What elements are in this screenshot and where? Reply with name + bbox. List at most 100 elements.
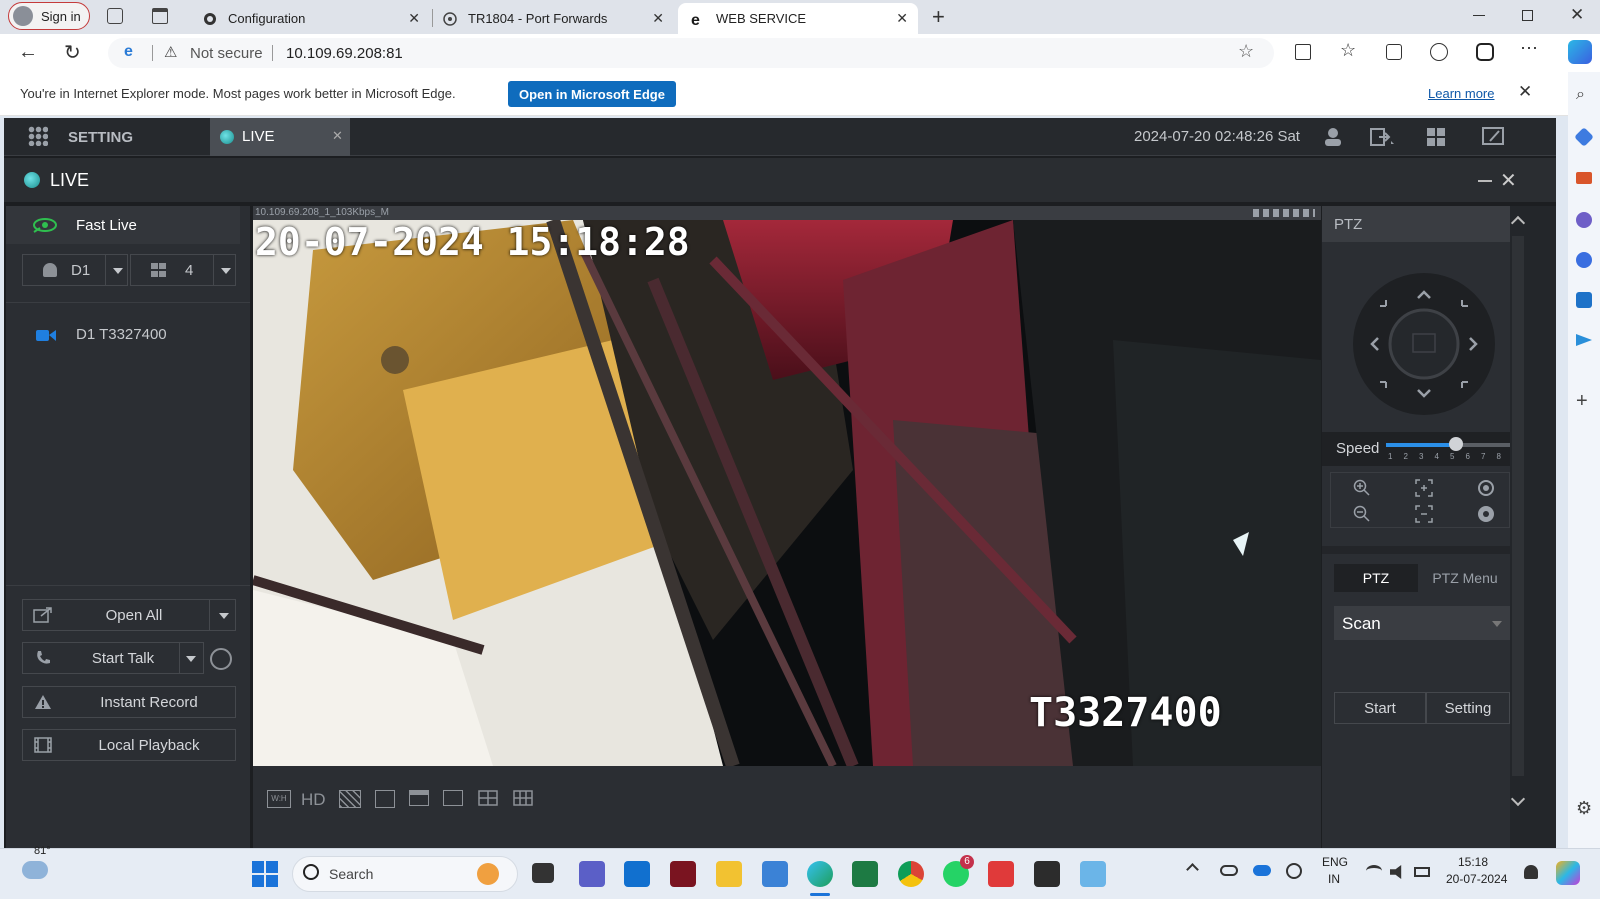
more-menu-icon[interactable]: ⋯ — [1520, 38, 1538, 59]
teams-icon[interactable] — [579, 861, 605, 887]
url-field[interactable]: e ⚠ Not secure 10.109.69.208:81 ☆ — [108, 38, 1274, 68]
talk-status-indicator[interactable] — [210, 648, 232, 670]
copilot-icon[interactable] — [1568, 40, 1592, 64]
fast-live-header[interactable]: Fast Live — [6, 206, 240, 244]
send-icon[interactable] — [1576, 334, 1592, 346]
zoom-in-icon[interactable] — [1353, 479, 1371, 497]
excel-icon[interactable] — [852, 861, 878, 887]
close-infobar-icon[interactable]: ✕ — [1518, 82, 1532, 102]
hd-button[interactable]: HD — [301, 790, 326, 810]
open-all-button[interactable]: Open All — [22, 599, 236, 631]
back-icon[interactable]: ← — [18, 41, 38, 64]
ptz-tab[interactable]: PTZ — [1334, 564, 1418, 592]
performance-icon[interactable] — [1476, 43, 1494, 61]
task-view-icon[interactable] — [532, 863, 554, 883]
focus-far-icon[interactable] — [1415, 505, 1433, 523]
split-select[interactable]: 4 — [130, 254, 236, 286]
start-talk-button[interactable]: Start Talk — [22, 642, 204, 674]
ptz-start-button[interactable]: Start — [1334, 692, 1426, 724]
stream-quality-icon[interactable] — [339, 790, 361, 808]
terminal-icon[interactable] — [1034, 861, 1060, 887]
chevron-down-icon[interactable] — [219, 613, 229, 619]
channel-item[interactable]: D1 T3327400 — [6, 320, 250, 350]
favorite-star-icon[interactable]: ☆ — [1238, 41, 1254, 62]
outlook-icon[interactable] — [1576, 292, 1592, 308]
onedrive-icon[interactable] — [1220, 865, 1238, 876]
camera-feed[interactable]: 20-07-2024 15:18:28 T3327400 — [253, 220, 1321, 766]
minimize-icon[interactable] — [1473, 15, 1485, 16]
volume-icon[interactable] — [1390, 865, 1402, 879]
sync-icon[interactable] — [1286, 863, 1302, 879]
ptz-mode-select[interactable]: Scan — [1334, 606, 1510, 640]
cloud-sync-icon[interactable] — [1253, 865, 1271, 876]
tab-configuration[interactable]: Configuration ✕ — [190, 3, 430, 34]
workspaces-icon[interactable] — [107, 8, 123, 24]
close-panel-icon[interactable]: ✕ — [1500, 168, 1517, 193]
browser-essentials-icon[interactable] — [1430, 43, 1448, 61]
video-window-controls-icon[interactable] — [1253, 209, 1315, 217]
file-explorer-icon[interactable] — [716, 861, 742, 887]
clock-time[interactable]: 15:18 — [1458, 855, 1488, 869]
people-icon[interactable] — [1576, 212, 1592, 228]
open-in-edge-button[interactable]: Open in Microsoft Edge — [508, 81, 676, 107]
setting-menu[interactable]: SETTING — [68, 129, 133, 146]
instant-record-button[interactable]: Instant Record — [22, 686, 236, 718]
ptz-direction-pad[interactable] — [1352, 272, 1496, 416]
tab-port-forwards[interactable]: TR1804 - Port Forwards ✕ — [434, 3, 674, 34]
language-top[interactable]: ENG — [1322, 855, 1348, 869]
iris-open-icon[interactable] — [1477, 479, 1495, 497]
profile-button[interactable]: Sign in — [8, 2, 90, 30]
multi-split-icon[interactable] — [513, 790, 533, 806]
new-tab-icon[interactable]: + — [932, 4, 945, 30]
close-tab-icon[interactable]: ✕ — [408, 10, 420, 27]
store-icon[interactable] — [762, 861, 788, 887]
restore-icon[interactable] — [1522, 10, 1533, 21]
logout-icon[interactable] — [1370, 127, 1396, 147]
close-tab-icon[interactable]: ✕ — [896, 10, 908, 27]
speed-slider-thumb[interactable] — [1448, 437, 1463, 451]
single-split-icon[interactable] — [443, 790, 463, 806]
sidebar-settings-icon[interactable]: ⚙ — [1576, 798, 1592, 819]
collections-icon[interactable] — [1386, 44, 1402, 60]
tab-web-service[interactable]: e WEB SERVICE ✕ — [678, 3, 918, 34]
live-app-tab[interactable]: LIVE ✕ — [210, 118, 350, 156]
wifi-icon[interactable] — [1366, 865, 1382, 877]
tab-actions-icon[interactable] — [152, 8, 168, 24]
layout-grid-icon[interactable] — [1426, 127, 1446, 147]
ptz-setting-button[interactable]: Setting — [1426, 692, 1510, 724]
scroll-up-icon[interactable] — [1510, 215, 1526, 231]
quad-split-icon[interactable] — [478, 790, 498, 806]
battery-icon[interactable] — [1414, 867, 1430, 877]
close-live-tab-icon[interactable]: ✕ — [332, 128, 343, 144]
outlook-icon[interactable] — [624, 861, 650, 887]
weather-icon[interactable] — [22, 861, 48, 879]
speed-slider[interactable] — [1386, 437, 1510, 451]
scrollbar[interactable] — [1510, 206, 1556, 848]
aspect-ratio-button[interactable]: W:H — [267, 790, 291, 808]
games-icon[interactable] — [1576, 252, 1592, 268]
minimize-panel-icon[interactable] — [1478, 180, 1492, 182]
edge-icon[interactable] — [807, 861, 833, 887]
chrome-icon[interactable] — [898, 861, 924, 887]
app-red-icon[interactable] — [670, 861, 696, 887]
favorites-icon[interactable]: ☆ — [1340, 40, 1356, 61]
scroll-down-icon[interactable] — [1510, 791, 1526, 807]
shopping-tag-icon[interactable] — [1574, 127, 1594, 147]
taskbar-search[interactable]: Search — [292, 856, 518, 892]
search-icon[interactable]: ⌕ — [1576, 86, 1585, 104]
start-icon[interactable] — [252, 861, 278, 887]
device-select[interactable]: D1 — [22, 254, 128, 286]
remote-desktop-icon[interactable] — [1080, 861, 1106, 887]
add-sidebar-icon[interactable]: + — [1576, 390, 1588, 413]
iris-close-icon[interactable] — [1477, 505, 1495, 523]
close-tab-icon[interactable]: ✕ — [652, 10, 664, 27]
apps-grid-icon[interactable] — [28, 126, 48, 146]
show-hidden-icons[interactable] — [1186, 863, 1199, 876]
scroll-thumb[interactable] — [1512, 236, 1524, 776]
refresh-icon[interactable]: ↻ — [64, 40, 81, 65]
fullscreen-icon[interactable] — [1482, 127, 1504, 147]
tools-icon[interactable] — [1576, 172, 1592, 184]
anydesk-icon[interactable] — [988, 861, 1014, 887]
zoom-out-icon[interactable] — [1353, 505, 1371, 523]
learn-more-link[interactable]: Learn more — [1428, 86, 1494, 101]
